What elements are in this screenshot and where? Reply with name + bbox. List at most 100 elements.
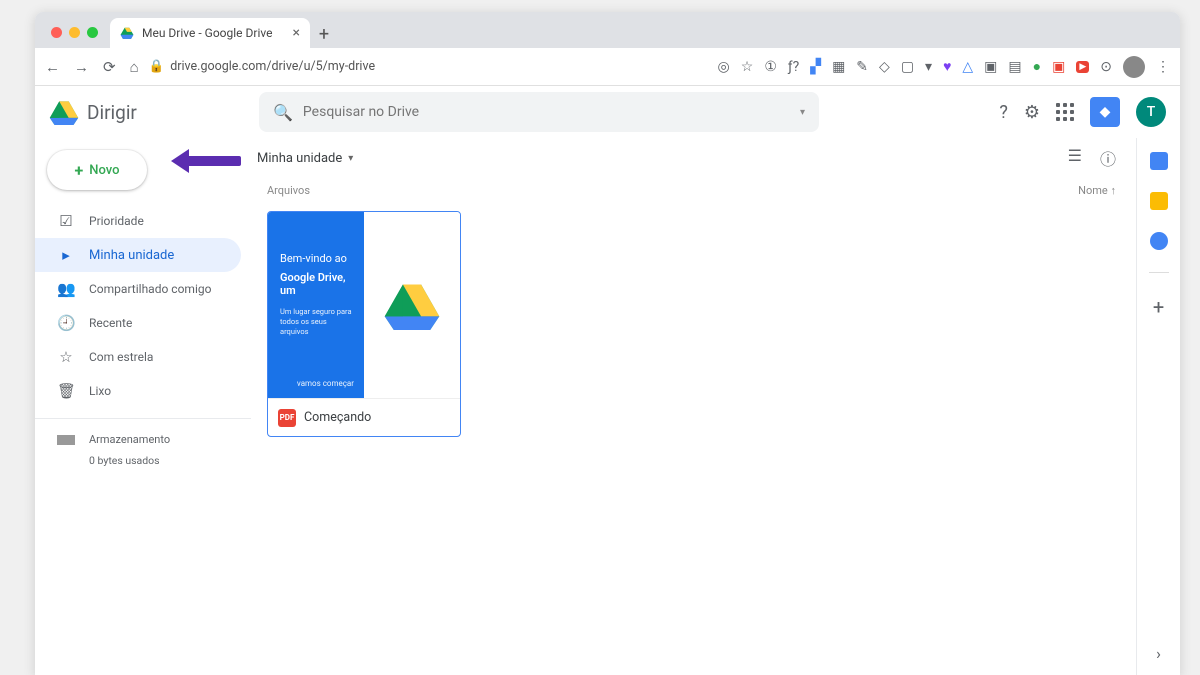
section-header: Arquivos Nome ↑	[251, 178, 1136, 203]
ext-icon[interactable]: ▾	[925, 59, 932, 75]
sidebar-item-priority[interactable]: ☑ Prioridade	[35, 204, 241, 238]
url-text: drive.google.com/drive/u/5/my-drive	[170, 59, 375, 74]
minimize-window-button[interactable]	[69, 27, 80, 38]
reload-button[interactable]: ⟳	[103, 58, 116, 76]
sidebar-item-shared[interactable]: 👥 Compartilhado comigo	[35, 272, 241, 306]
forward-button[interactable]: →	[74, 58, 89, 76]
lock-icon: 🔒	[149, 59, 165, 74]
sidebar-item-my-drive[interactable]: ▸ Minha unidade	[35, 238, 241, 272]
ext-icon[interactable]: ▞	[810, 59, 821, 75]
ext-icon[interactable]: ●	[1033, 58, 1041, 75]
sidebar-item-label: Lixo	[89, 384, 111, 398]
ext-icon[interactable]: ▢	[901, 59, 914, 75]
browser-tab[interactable]: Meu Drive - Google Drive ×	[110, 18, 310, 48]
ext-icon[interactable]: △	[962, 59, 973, 75]
browser-toolbar: ← → ⟳ ⌂ 🔒 drive.google.com/drive/u/5/my-…	[35, 48, 1180, 86]
sidebar: + Novo ☑ Prioridade ▸ Minha unidade 👥 Co…	[35, 138, 251, 675]
thumb-text: vamos começar	[280, 379, 354, 388]
sort-button[interactable]: Nome ↑	[1078, 184, 1116, 197]
sidebar-item-trash[interactable]: 🗑 Lixo	[35, 374, 241, 408]
ext-icon[interactable]: ▦	[832, 59, 845, 75]
star-icon: ☆	[57, 348, 75, 366]
add-addon-icon[interactable]: +	[1153, 295, 1164, 319]
divider	[1149, 272, 1169, 273]
tab-strip: Meu Drive - Google Drive × +	[35, 12, 1180, 48]
tasks-icon[interactable]	[1150, 232, 1168, 250]
extension-icons: ◎ ☆ ① ƒ? ▞ ▦ ✎ ◇ ▢ ▾ ♥ △ ▣ ▤ ● ▣ ▶ ⊙ ⋮	[718, 56, 1170, 78]
ext-icon[interactable]: ◎	[718, 59, 730, 75]
right-rail: + ›	[1136, 138, 1180, 675]
keep-icon[interactable]	[1150, 192, 1168, 210]
ext-icon[interactable]: ▤	[1008, 59, 1021, 75]
ext-icon[interactable]: ①	[764, 59, 777, 75]
browser-window: Meu Drive - Google Drive × + ← → ⟳ ⌂ 🔒 d…	[35, 12, 1180, 675]
sidebar-item-label: Recente	[89, 316, 132, 330]
user-avatar[interactable]: T	[1136, 97, 1166, 127]
ext-icon[interactable]: ♥	[943, 58, 951, 75]
window-controls	[43, 27, 110, 48]
sidebar-item-label: Compartilhado comigo	[89, 282, 211, 296]
back-button[interactable]: ←	[45, 58, 60, 76]
app-body: + Novo ☑ Prioridade ▸ Minha unidade 👥 Co…	[35, 138, 1180, 675]
sidebar-item-label: Prioridade	[89, 214, 144, 228]
calendar-icon[interactable]	[1150, 152, 1168, 170]
ext-icon[interactable]: ◇	[879, 59, 890, 75]
priority-icon: ☑	[57, 212, 75, 230]
sidebar-item-label: Com estrela	[89, 350, 153, 364]
maximize-window-button[interactable]	[87, 27, 98, 38]
new-button-label: Novo	[89, 163, 119, 178]
ext-icon[interactable]: ⊙	[1100, 59, 1112, 75]
new-tab-button[interactable]: +	[310, 20, 338, 48]
search-bar[interactable]: 🔍 ▾	[259, 92, 819, 132]
profile-avatar-icon[interactable]	[1123, 56, 1145, 78]
apps-grid-icon[interactable]	[1056, 103, 1074, 121]
thumb-text: Um lugar seguro para todos os seus arqui…	[280, 307, 354, 336]
chevron-down-icon[interactable]: ▾	[348, 153, 353, 164]
chevron-right-icon: ▸	[57, 246, 75, 264]
section-label: Arquivos	[267, 184, 310, 197]
annotation-arrow	[185, 156, 241, 166]
close-window-button[interactable]	[51, 27, 62, 38]
sidebar-item-storage[interactable]: Armazenamento	[35, 429, 251, 450]
nav-buttons: ← → ⟳ ⌂	[45, 58, 139, 76]
file-thumbnail: Bem-vindo ao Google Drive, um Um lugar s…	[268, 212, 460, 398]
app-switcher-icon[interactable]: ◆	[1090, 97, 1120, 127]
collapse-rail-icon[interactable]: ›	[1156, 644, 1161, 663]
menu-icon[interactable]: ⋮	[1156, 59, 1170, 75]
ext-icon[interactable]: ▣	[984, 59, 997, 75]
drive-icon	[384, 280, 440, 330]
search-options-icon[interactable]: ▾	[800, 107, 805, 118]
main-content: Minha unidade ▾ ☰ ⓘ Arquivos Nome ↑ Bem-…	[251, 138, 1136, 675]
ext-icon[interactable]: ▶	[1076, 61, 1089, 73]
divider	[35, 418, 251, 419]
search-input[interactable]	[303, 104, 790, 120]
app-name: Dirigir	[87, 101, 137, 124]
star-icon[interactable]: ☆	[741, 59, 754, 75]
list-view-icon[interactable]: ☰	[1068, 146, 1082, 170]
plus-icon: +	[75, 161, 84, 180]
home-button[interactable]: ⌂	[130, 58, 139, 76]
address-bar[interactable]: 🔒 drive.google.com/drive/u/5/my-drive	[149, 55, 375, 78]
file-name: Começando	[304, 410, 371, 425]
clock-icon: 🕘	[57, 314, 75, 332]
file-footer: PDF Começando	[268, 398, 460, 436]
drive-logo[interactable]: Dirigir	[49, 99, 249, 125]
close-tab-button[interactable]: ×	[293, 25, 300, 41]
info-icon[interactable]: ⓘ	[1100, 146, 1116, 170]
storage-used-text: 0 bytes usados	[35, 450, 251, 467]
drive-favicon-icon	[120, 26, 134, 40]
ext-icon[interactable]: ƒ?	[788, 59, 799, 75]
ext-icon[interactable]: ▣	[1052, 59, 1065, 75]
drive-logo-icon	[49, 99, 79, 125]
shared-icon: 👥	[57, 280, 75, 298]
help-icon[interactable]: ?	[999, 102, 1008, 123]
trash-icon: 🗑	[57, 382, 75, 400]
sidebar-item-starred[interactable]: ☆ Com estrela	[35, 340, 241, 374]
new-button[interactable]: + Novo	[47, 150, 147, 190]
file-card[interactable]: Bem-vindo ao Google Drive, um Um lugar s…	[267, 211, 461, 437]
settings-gear-icon[interactable]: ⚙	[1024, 102, 1040, 123]
sidebar-item-recent[interactable]: 🕘 Recente	[35, 306, 241, 340]
storage-label: Armazenamento	[89, 433, 170, 446]
ext-icon[interactable]: ✎	[856, 59, 868, 75]
breadcrumb[interactable]: Minha unidade	[257, 151, 342, 166]
